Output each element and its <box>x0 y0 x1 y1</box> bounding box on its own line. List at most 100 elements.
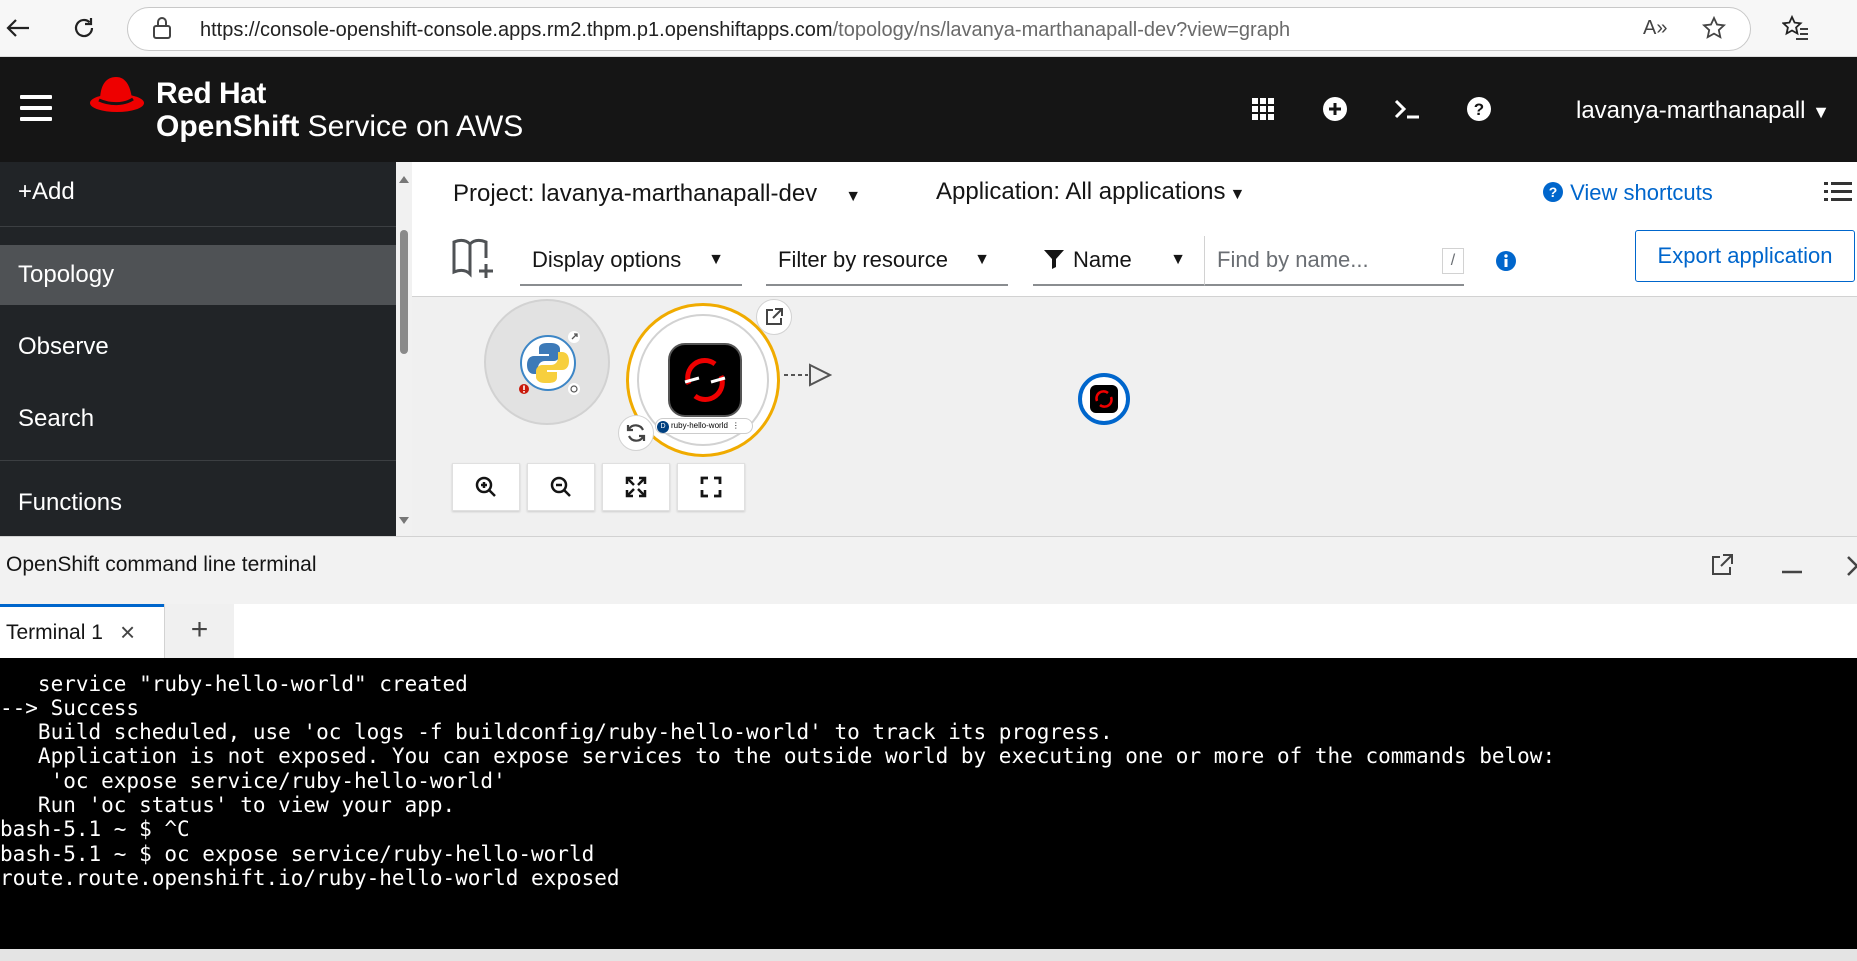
sync-icon <box>626 424 646 442</box>
openshift-builder-icon <box>1090 385 1118 413</box>
list-view-icon[interactable] <box>1824 180 1852 209</box>
terminal-line: Run 'oc status' to view your app. <box>0 793 456 817</box>
caret-down-icon: ▼ <box>1170 251 1186 268</box>
filter-by-resource-dropdown[interactable]: Filter by resource ▼ <box>766 236 1008 286</box>
url-text: https://console-openshift-console.apps.r… <box>200 19 1290 42</box>
url-path: /topology/ns/lavanya-marthanapall-dev?vi… <box>832 19 1291 41</box>
openshift-small-node[interactable] <box>1078 373 1130 425</box>
sidebar-item-observe[interactable]: Observe <box>0 317 396 377</box>
add-terminal-tab-button[interactable]: + <box>164 604 234 658</box>
zoom-in-button[interactable] <box>452 463 520 511</box>
svg-text:?: ? <box>1474 100 1484 119</box>
app-launcher-grid-icon[interactable] <box>1246 92 1280 126</box>
open-in-new-tab-icon[interactable] <box>1710 553 1734 582</box>
topology-main: Project: lavanya-marthanapall-dev ▼ Appli… <box>412 162 1857 536</box>
sidebar-item-topology[interactable]: Topology <box>0 245 396 305</box>
terminal-prompt-icon[interactable] <box>1390 92 1424 126</box>
scroll-up-icon[interactable] <box>398 174 410 184</box>
application-selector[interactable]: Application: All applications ▼ <box>936 178 1245 206</box>
terminal-line: bash-5.1 ~ $ oc expose service/ruby-hell… <box>0 842 595 866</box>
topology-toolbar: Display options ▼ Filter by resource ▼ Nam… <box>412 230 1857 290</box>
scroll-down-icon[interactable] <box>398 516 410 526</box>
view-shortcuts-label: View shortcuts <box>1570 180 1713 205</box>
brand-redhat: Red Hat <box>156 77 266 110</box>
favorites-icon[interactable] <box>1778 10 1814 46</box>
brand-product: OpenShift Service on AWS <box>156 110 523 144</box>
back-arrow-icon[interactable] <box>0 10 36 46</box>
sidebar-divider <box>0 226 396 227</box>
build-decorator[interactable] <box>618 415 654 451</box>
deployment-badge: D <box>657 421 669 433</box>
hamburger-menu-icon[interactable] <box>20 95 52 121</box>
application-label: Application: All applications <box>936 178 1226 205</box>
favorite-star-icon[interactable] <box>1701 15 1727 46</box>
error-status-icon <box>519 384 529 394</box>
fit-to-screen-button[interactable] <box>602 463 670 511</box>
expand-arrows-icon <box>625 476 647 498</box>
name-filter-label: Name <box>1073 247 1132 272</box>
terminal-line: route.route.openshift.io/ruby-hello-worl… <box>0 866 620 890</box>
terminal-line: service "ruby-hello-world" created <box>0 672 468 696</box>
zoom-out-button[interactable] <box>527 463 595 511</box>
user-name: lavanya-marthanapall <box>1576 97 1806 124</box>
filter-funnel-icon <box>1044 250 1064 269</box>
export-application-button[interactable]: Export application <box>1635 230 1855 282</box>
scroll-thumb[interactable] <box>400 230 408 354</box>
tab-terminal-1[interactable]: Terminal 1 × <box>0 604 164 658</box>
view-shortcuts-link[interactable]: ? View shortcuts <box>1542 180 1713 206</box>
plus-circle-icon[interactable] <box>1318 92 1352 126</box>
connector-arrow-icon[interactable] <box>782 361 832 389</box>
redhat-logo-icon[interactable] <box>88 73 146 122</box>
external-link-icon[interactable] <box>568 331 580 343</box>
sidebar-item-functions[interactable]: Functions <box>0 473 396 533</box>
help-question-icon[interactable]: ? <box>1462 92 1496 126</box>
sidebar-item-add[interactable]: +Add <box>0 162 396 222</box>
url-host: https://console-openshift-console.apps.r… <box>200 19 833 41</box>
keyboard-shortcut-hint: / <box>1442 248 1464 274</box>
refresh-icon[interactable] <box>66 10 102 46</box>
filter-by-resource-label: Filter by resource <box>778 247 948 272</box>
terminal-tabs: Terminal 1 × + <box>0 604 1857 658</box>
python-workload-node[interactable] <box>484 299 610 425</box>
lock-icon[interactable] <box>152 16 172 46</box>
external-link-icon <box>766 308 783 325</box>
caret-down-icon: ▼ <box>845 188 862 205</box>
browser-toolbar: https://console-openshift-console.apps.r… <box>0 0 1857 57</box>
caret-down-icon: ▼ <box>1229 186 1246 203</box>
sidebar-scrollbar[interactable] <box>396 162 412 536</box>
topology-canvas[interactable]: Druby-hello-world ⋮ <box>412 296 1857 536</box>
open-url-decorator[interactable] <box>756 299 792 335</box>
terminal-line: Application is not exposed. You can expo… <box>0 744 1556 768</box>
close-tab-icon[interactable]: × <box>120 617 135 648</box>
terminal-output[interactable]: service "ruby-hello-world" created --> S… <box>0 658 1857 949</box>
terminal-line: Build scheduled, use 'oc logs -f buildco… <box>0 720 1113 744</box>
info-circle-icon[interactable] <box>1495 250 1517 277</box>
kebab-menu-icon[interactable]: ⋮ <box>732 421 740 430</box>
sidebar-divider <box>0 460 396 461</box>
name-filter-dropdown[interactable]: Name ▼ <box>1033 236 1204 286</box>
project-selector[interactable]: Project: lavanya-marthanapall-dev ▼ <box>453 180 861 208</box>
build-status-icon <box>568 383 580 395</box>
terminal-panel-title: OpenShift command line terminal <box>6 553 317 576</box>
brand-service: Service on AWS <box>299 110 524 143</box>
user-menu[interactable]: lavanya-marthanapall ▼ <box>1576 97 1830 125</box>
sidebar-item-search[interactable]: Search <box>0 389 396 449</box>
minimize-icon[interactable] <box>1780 563 1804 581</box>
address-bar[interactable]: https://console-openshift-console.apps.r… <box>127 7 1751 51</box>
read-aloud-icon[interactable]: A» <box>1643 17 1667 40</box>
help-circle-icon: ? <box>1543 182 1563 202</box>
zoom-in-icon <box>475 476 496 497</box>
sidebar-nav: +Add Topology Observe Search Functions <box>0 162 396 536</box>
expand-corners-icon <box>700 476 722 498</box>
node-label: ruby-hello-world <box>671 421 728 430</box>
find-by-name-input[interactable] <box>1204 236 1464 286</box>
display-options-label: Display options <box>532 247 682 272</box>
svg-text:?: ? <box>1549 184 1558 200</box>
project-label: Project: lavanya-marthanapall-dev <box>453 180 818 207</box>
node-label-pill[interactable]: Druby-hello-world ⋮ <box>655 418 753 434</box>
display-options-dropdown[interactable]: Display options ▼ <box>520 236 742 286</box>
quick-search-book-icon[interactable] <box>450 236 496 285</box>
reset-view-button[interactable] <box>677 463 745 511</box>
close-icon[interactable] <box>1846 555 1857 582</box>
terminal-line: --> Success <box>0 696 140 720</box>
